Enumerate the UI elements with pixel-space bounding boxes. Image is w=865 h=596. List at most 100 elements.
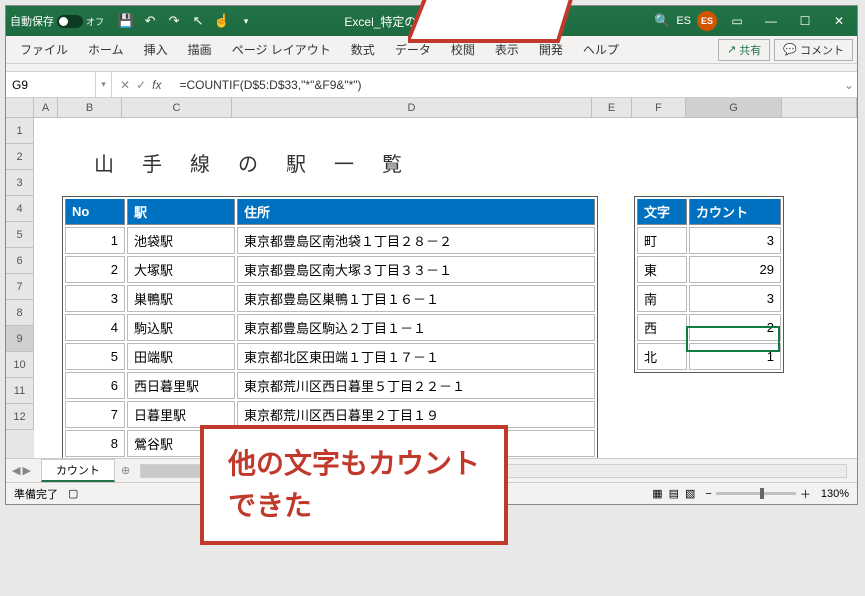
redo-icon[interactable]: ↷	[166, 13, 182, 29]
formula-expand-icon[interactable]: ⌄	[841, 78, 857, 92]
callout-line1: 他の文字もカウント	[228, 443, 480, 485]
th-count[interactable]: カウント	[689, 199, 781, 225]
minimize-icon[interactable]: —	[757, 11, 785, 31]
view-normal-icon[interactable]: ▦	[652, 487, 662, 500]
close-icon[interactable]: ✕	[825, 11, 853, 31]
search-icon[interactable]: 🔍	[654, 13, 670, 29]
cells-area[interactable]: 山手線の駅一覧 No 駅 住所 1池袋駅東京都豊島区南池袋１丁目２８－２ 2大塚…	[34, 118, 857, 458]
name-box[interactable]: G9	[6, 72, 96, 97]
share-icon: ↗	[727, 43, 736, 56]
formula-input[interactable]: =COUNTIF(D$5:D$33,"*"&F9&"*")	[173, 78, 841, 92]
th-char[interactable]: 文字	[637, 199, 687, 225]
callout: 他の文字もカウント できた	[200, 425, 508, 545]
tab-formula[interactable]: 数式	[341, 36, 385, 63]
row-9[interactable]: 9	[6, 326, 34, 352]
quick-access-toolbar: 💾 ↶ ↷ ↖ ☝ ▾	[118, 13, 254, 29]
table-row: 1池袋駅東京都豊島区南池袋１丁目２８－２	[65, 227, 595, 254]
maximize-icon[interactable]: ☐	[791, 11, 819, 31]
autosave-label: 自動保存	[10, 13, 54, 29]
row-5[interactable]: 5	[6, 222, 34, 248]
avatar[interactable]: ES	[697, 11, 717, 31]
table-row: 南3	[637, 285, 781, 312]
comment-icon: 💬	[783, 43, 797, 56]
tab-insert[interactable]: 挿入	[134, 36, 178, 63]
select-all-corner[interactable]	[6, 98, 34, 117]
col-D[interactable]: D	[232, 98, 592, 117]
col-next[interactable]	[782, 98, 857, 117]
qat-dropdown-icon[interactable]: ▾	[238, 13, 254, 29]
autosave-toggle[interactable]: 自動保存 オフ	[10, 13, 104, 29]
col-E[interactable]: E	[592, 98, 632, 117]
sheet-tab-active[interactable]: カウント	[41, 459, 115, 482]
col-F[interactable]: F	[632, 98, 686, 117]
zoom-thumb[interactable]	[760, 488, 764, 499]
table-row: 2大塚駅東京都豊島区南大塚３丁目３３－１	[65, 256, 595, 283]
row-1[interactable]: 1	[6, 118, 34, 144]
table-row: 3巣鴨駅東京都豊島区巣鴨１丁目１６－１	[65, 285, 595, 312]
toggle-off-icon	[57, 15, 83, 28]
fx-icon[interactable]: fx	[152, 78, 161, 92]
th-no[interactable]: No	[65, 199, 125, 225]
row-4[interactable]: 4	[6, 196, 34, 222]
th-station[interactable]: 駅	[127, 199, 235, 225]
user-initials: ES	[676, 15, 691, 27]
cursor-icon[interactable]: ↖	[190, 13, 206, 29]
grid-body: 1 2 3 4 5 6 7 8 9 10 11 12 山手線の駅一覧 No 駅 …	[6, 118, 857, 458]
callout-pointer-icon	[408, 0, 608, 61]
col-C[interactable]: C	[122, 98, 232, 117]
table-row: 北1	[637, 343, 781, 370]
col-G[interactable]: G	[686, 98, 782, 117]
zoom-slider[interactable]	[716, 492, 796, 495]
sheet-title: 山手線の駅一覧	[94, 148, 430, 177]
undo-icon[interactable]: ↶	[142, 13, 158, 29]
zoom-out-icon[interactable]: −	[705, 488, 711, 500]
table-row: 東29	[637, 256, 781, 283]
count-table: 文字 カウント 町3 東29 南3 西2 北1	[634, 196, 784, 373]
autosave-state: オフ	[86, 15, 104, 28]
table-row: 5田端駅東京都北区東田端１丁目１７－１	[65, 343, 595, 370]
row-7[interactable]: 7	[6, 274, 34, 300]
add-sheet-icon[interactable]: ⊕	[121, 464, 130, 477]
row-11[interactable]: 11	[6, 378, 34, 404]
table-row: 4駒込駅東京都豊島区駒込２丁目１－１	[65, 314, 595, 341]
namebox-dropdown-icon[interactable]: ▾	[96, 72, 112, 97]
share-button[interactable]: ↗共有	[718, 39, 770, 61]
sheet-next-icon[interactable]: ▶	[22, 464, 30, 477]
zoom-in-icon[interactable]: ＋	[800, 486, 811, 502]
macro-record-icon[interactable]: ▢	[68, 487, 78, 500]
row-10[interactable]: 10	[6, 352, 34, 378]
comment-button[interactable]: 💬コメント	[774, 39, 853, 61]
tab-layout[interactable]: ページ レイアウト	[222, 36, 341, 63]
confirm-formula-icon[interactable]: ✓	[136, 78, 146, 92]
station-table: No 駅 住所 1池袋駅東京都豊島区南池袋１丁目２８－２ 2大塚駅東京都豊島区南…	[62, 196, 598, 458]
view-pagebreak-icon[interactable]: ▧	[685, 487, 695, 500]
row-3[interactable]: 3	[6, 170, 34, 196]
view-layout-icon[interactable]: ▤	[669, 487, 679, 500]
callout-box: 他の文字もカウント できた	[200, 425, 508, 545]
zoom-label[interactable]: 130%	[821, 488, 849, 500]
table-row: 西2	[637, 314, 781, 341]
row-6[interactable]: 6	[6, 248, 34, 274]
tab-file[interactable]: ファイル	[10, 36, 78, 63]
ribbon-display-icon[interactable]: ▭	[723, 11, 751, 31]
save-icon[interactable]: 💾	[118, 13, 134, 29]
row-8[interactable]: 8	[6, 300, 34, 326]
callout-line2: できた	[228, 485, 480, 527]
column-headers: A B C D E F G	[6, 98, 857, 118]
col-A[interactable]: A	[34, 98, 58, 117]
col-B[interactable]: B	[58, 98, 122, 117]
touch-icon[interactable]: ☝	[214, 13, 230, 29]
table-row: 7日暮里駅東京都荒川区西日暮里２丁目１９	[65, 401, 595, 428]
ribbon-collapsed-area	[6, 64, 857, 72]
row-headers: 1 2 3 4 5 6 7 8 9 10 11 12	[6, 118, 34, 458]
th-address[interactable]: 住所	[237, 199, 595, 225]
tab-home[interactable]: ホーム	[78, 36, 134, 63]
tab-draw[interactable]: 描画	[178, 36, 222, 63]
sheet-prev-icon[interactable]: ◀	[12, 464, 20, 477]
table-row: 町3	[637, 227, 781, 254]
status-ready: 準備完了	[14, 486, 58, 502]
row-12[interactable]: 12	[6, 404, 34, 430]
table-row: 6西日暮里駅東京都荒川区西日暮里５丁目２２－１	[65, 372, 595, 399]
row-2[interactable]: 2	[6, 144, 34, 170]
cancel-formula-icon[interactable]: ✕	[120, 78, 130, 92]
